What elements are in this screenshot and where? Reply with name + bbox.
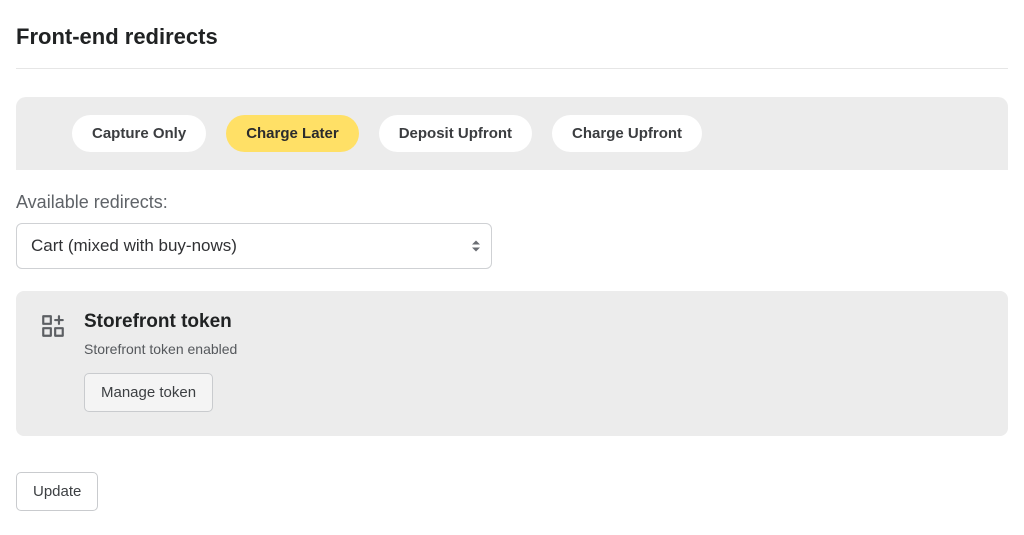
- tab-charge-upfront[interactable]: Charge Upfront: [552, 115, 702, 152]
- storefront-token-subtitle: Storefront token enabled: [84, 341, 984, 357]
- update-button[interactable]: Update: [16, 472, 98, 511]
- available-redirects-label: Available redirects:: [16, 192, 1008, 213]
- redirects-select-value: Cart (mixed with buy-nows): [31, 236, 237, 256]
- storefront-token-card: Storefront token Storefront token enable…: [16, 291, 1008, 436]
- manage-token-button[interactable]: Manage token: [84, 373, 213, 412]
- tab-strip: Capture Only Charge Later Deposit Upfron…: [16, 97, 1008, 170]
- tab-deposit-upfront[interactable]: Deposit Upfront: [379, 115, 532, 152]
- tab-charge-later[interactable]: Charge Later: [226, 115, 359, 152]
- apps-grid-plus-icon: [40, 313, 66, 344]
- divider: [16, 68, 1008, 69]
- tab-capture-only[interactable]: Capture Only: [72, 115, 206, 152]
- page-title: Front-end redirects: [16, 24, 1008, 50]
- redirects-select[interactable]: Cart (mixed with buy-nows): [16, 223, 492, 269]
- storefront-token-title: Storefront token: [84, 311, 984, 333]
